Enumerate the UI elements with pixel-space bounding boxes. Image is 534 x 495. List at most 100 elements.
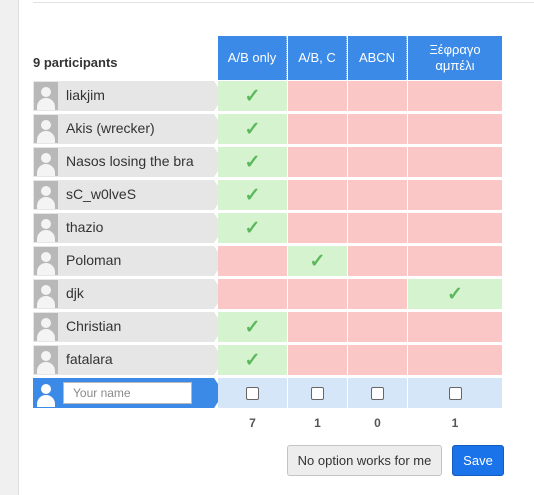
vote-checkbox[interactable] [448,386,462,400]
checkmark-icon: ✓ [244,217,261,239]
participant-name-cell: fatalara [33,345,224,375]
avatar-head [41,153,51,163]
participant-name: Nasos losing the bra [66,153,194,169]
vote-checkbox[interactable] [311,386,324,400]
option-header: A/B, C [288,36,347,80]
vote-no-cell [408,213,502,243]
participant-name-cell: thazio [33,213,224,243]
vote-no-cell [288,279,347,309]
participant-name: thazio [66,219,104,235]
participant-name: liakjim [66,87,105,103]
vote-checkbox[interactable] [246,386,259,400]
vote-no-cell [348,180,407,210]
vote-no-cell [288,147,347,177]
avatar-icon [34,379,58,407]
participant-row: Nasos losing the bra ✓ [33,147,523,177]
checkmark-icon: ✓ [244,118,261,140]
option-total: 7 [249,416,256,430]
option-total: 0 [374,416,381,430]
avatar-head [41,120,51,130]
avatar-shoulders [37,131,55,143]
participant-name-cell: Christian [33,312,224,342]
participant-name: fatalara [66,351,113,367]
avatar-head [41,87,51,97]
vote-no-cell [288,114,347,144]
no-option-button[interactable]: No option works for me [287,445,442,476]
vote-checkbox-cell[interactable] [218,378,287,408]
avatar-head [41,186,51,196]
vote-no-cell [408,147,502,177]
participant-name: sC_w0lveS [66,186,137,202]
avatar-shoulders [37,395,55,407]
participant-row: Akis (wrecker) ✓ [33,114,523,144]
vote-yes-cell: ✓ [218,81,287,111]
vote-no-cell [218,246,287,276]
vote-yes-cell: ✓ [218,213,287,243]
avatar-icon [34,214,58,242]
participant-name-cell: liakjim [33,81,224,111]
avatar-head [41,318,51,328]
vote-no-cell [288,312,347,342]
vote-no-cell [408,345,502,375]
option-total: 1 [451,416,459,430]
vote-no-cell [408,114,502,144]
avatar-icon [34,346,58,374]
participant-row: Christian ✓ [33,312,523,342]
avatar-icon [34,280,58,308]
participant-name-cell: Akis (wrecker) [33,114,224,144]
vote-no-cell [348,279,407,309]
participant-row: sC_w0lveS ✓ [33,180,523,210]
vote-yes-cell: ✓ [218,345,287,375]
avatar-shoulders [37,230,55,242]
vote-yes-cell: ✓ [218,147,287,177]
vote-no-cell [408,246,502,276]
participant-name-cell: Poloman [33,246,224,276]
save-button[interactable]: Save [452,445,504,476]
vote-checkbox[interactable] [371,386,384,400]
avatar-icon [34,148,58,176]
name-input[interactable] [63,382,192,404]
checkmark-icon: ✓ [244,349,261,371]
vote-checkbox-cell[interactable] [408,378,502,408]
avatar-shoulders [37,164,55,176]
option-header: Ξέφραγο αμπέλι [408,36,502,80]
participants-count: 9 participants [33,55,118,70]
vote-no-cell [348,213,407,243]
avatar-shoulders [37,98,55,110]
vote-no-cell [408,81,502,111]
vote-checkbox-cell[interactable] [348,378,407,408]
divider [33,2,534,3]
vote-no-cell [348,345,407,375]
vote-yes-cell: ✓ [408,279,502,309]
option-header: ABCN [348,36,407,80]
avatar-head [41,219,51,229]
vote-no-cell [408,312,502,342]
avatar-icon [34,115,58,143]
checkmark-icon: ✓ [447,283,463,305]
avatar-shoulders [37,296,55,308]
checkmark-icon: ✓ [244,151,261,173]
participant-name-cell: sC_w0lveS [33,180,224,210]
new-participant-row [33,378,523,408]
vote-no-cell [288,213,347,243]
vote-yes-cell: ✓ [218,114,287,144]
option-header: A/B only [218,36,287,80]
vote-yes-cell: ✓ [218,180,287,210]
avatar-icon [34,247,58,275]
participant-name: djk [66,285,84,301]
avatar-head [41,384,51,394]
vote-no-cell [348,246,407,276]
vote-no-cell [348,81,407,111]
vote-no-cell [348,147,407,177]
avatar-head [41,351,51,361]
checkmark-icon: ✓ [309,250,326,272]
participant-row: liakjim ✓ [33,81,523,111]
participant-name: Poloman [66,252,122,268]
checkmark-icon: ✓ [244,316,261,338]
participant-name-cell: Nasos losing the bra [33,147,224,177]
vote-checkbox-cell[interactable] [288,378,347,408]
vote-no-cell [288,180,347,210]
participant-name: Christian [66,318,122,334]
vote-no-cell [348,312,407,342]
avatar-icon [34,82,58,110]
